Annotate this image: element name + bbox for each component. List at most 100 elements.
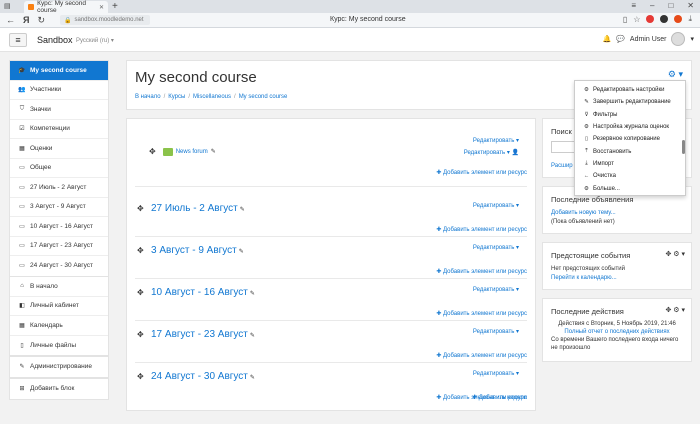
course-content: Редактировать ▾ ✥ News forum ✎ Редактиро… (126, 118, 536, 411)
section-title[interactable]: 3 Август - 9 Август ✎ (151, 245, 244, 256)
breadcrumb-courses[interactable]: Курсы (168, 94, 185, 100)
browser-tab[interactable]: Курс: My second course ✕ (24, 0, 108, 14)
forum-link[interactable]: News forum (176, 149, 208, 155)
yandex-icon[interactable]: Я (23, 15, 29, 26)
sidebar-item[interactable]: ▯ Личные файлы (10, 336, 108, 356)
pencil-icon[interactable]: ✎ (250, 375, 255, 381)
add-activity-link[interactable]: ✚ Добавить элемент или ресурс (436, 226, 527, 233)
sidebar-item[interactable]: ✎ Администрирование (10, 357, 108, 377)
menu-item[interactable]: ⤓ Импорт (575, 158, 685, 170)
menu-item[interactable]: ⚙ Настройка журнала оценок (575, 121, 685, 133)
user-name[interactable]: Admin User (630, 36, 667, 43)
sidebar-item[interactable]: 👥 Участники (10, 81, 108, 100)
sidebar-item[interactable]: ▭ 10 Август - 16 Август (10, 217, 108, 237)
move-icon[interactable]: ✥ (137, 372, 144, 381)
sidebar-item[interactable]: ▦ Календарь (10, 316, 108, 336)
avatar[interactable] (671, 32, 686, 46)
bookmark-icon[interactable]: ▯ (623, 15, 627, 24)
new-tab-icon[interactable]: + (112, 1, 118, 12)
menu-icon[interactable]: ≡ (631, 1, 636, 10)
user-menu-caret-icon[interactable]: ▾ (690, 35, 694, 43)
bell-icon[interactable]: 🔔 (602, 35, 611, 43)
add-activity-link[interactable]: ✚ Добавить элемент или ресурс (436, 310, 527, 317)
pencil-icon[interactable]: ✎ (240, 207, 245, 213)
sidebar-item[interactable]: ▭ 27 Июль - 2 Август (10, 178, 108, 198)
menu-item[interactable]: ⊽ Фильтры (575, 109, 685, 121)
address-field[interactable]: 🔒 sandbox.moodledemo.net (60, 15, 150, 25)
download-icon[interactable]: ⤓ (688, 14, 692, 24)
menu-item[interactable]: ⚙ Редактировать настройки (575, 84, 685, 96)
back-icon[interactable]: ← (6, 15, 15, 26)
add-activity-link[interactable]: ✚ Добавить элемент или ресурс (436, 268, 527, 275)
move-icon[interactable]: ✥ (137, 204, 144, 213)
section-title[interactable]: 27 Июль - 2 Август ✎ (151, 203, 245, 214)
sidebar-item[interactable]: ▭ 3 Август - 9 Август (10, 198, 108, 217)
reload-icon[interactable]: ↻ (37, 15, 45, 26)
add-topic-link[interactable]: Добавить новую тему... (551, 210, 616, 216)
section-edit-menu[interactable]: Редактировать ▾ (473, 244, 519, 251)
move-icon[interactable]: ✥ (137, 330, 144, 339)
section-edit-menu[interactable]: Редактировать ▾ (473, 286, 519, 293)
move-icon[interactable]: ✥ (137, 246, 144, 255)
drawer-toggle-button[interactable]: ≡ (9, 33, 27, 47)
sidebar-item[interactable]: 🎓 My second course (10, 61, 108, 81)
pencil-icon[interactable]: ✎ (211, 148, 216, 155)
sidebar-item[interactable]: ⌂ В начало (10, 277, 108, 297)
sidebar-item[interactable]: ▭ 24 Август - 30 Август (10, 256, 108, 276)
calendar-link[interactable]: Перейти к календарю... (551, 275, 617, 281)
pencil-icon[interactable]: ✎ (239, 249, 244, 255)
breadcrumb-category[interactable]: Miscellaneous (193, 94, 231, 100)
breadcrumb-course[interactable]: My second course (239, 94, 288, 100)
add-weeks-link[interactable]: ✚ Добавить недели (472, 394, 527, 401)
block-controls-icon[interactable]: ✥ ⚙ ▾ (665, 250, 685, 258)
advanced-search-link[interactable]: Расшир (551, 163, 573, 169)
block-controls-icon[interactable]: ✥ ⚙ ▾ (665, 306, 685, 314)
add-activity-link[interactable]: ✚ Добавить элемент или ресурс (436, 169, 527, 176)
section-title[interactable]: 10 Август - 16 Август ✎ (151, 287, 255, 298)
sidebar-item[interactable]: ▦ Оценки (10, 139, 108, 159)
extension-orange-icon[interactable] (674, 15, 683, 23)
section-title[interactable]: 24 Август - 30 Август ✎ (151, 371, 255, 382)
section-title[interactable]: 17 Август - 23 Август ✎ (151, 329, 255, 340)
section-edit-menu[interactable]: Редактировать ▾ (473, 328, 519, 335)
full-report-link[interactable]: Полный отчет о последних действиях (543, 329, 691, 335)
menu-item[interactable]: ✎ Завершить редактирование (575, 96, 685, 108)
sidebar-item[interactable]: ▭ Общее (10, 159, 108, 178)
sidebar-item[interactable]: ☑ Компетенции (10, 120, 108, 139)
block-title: Предстоящие события (551, 251, 631, 260)
pencil-icon[interactable]: ✎ (250, 333, 255, 339)
forum-activity: ✥ News forum ✎ (149, 147, 216, 156)
maximize-icon[interactable]: □ (668, 1, 673, 10)
menu-item[interactable]: ⤒ Восстановить (575, 145, 685, 157)
course-actions-gear-icon[interactable]: ⚙ ▾ (668, 69, 683, 80)
site-brand[interactable]: Sandbox (37, 35, 73, 45)
menu-item[interactable]: ⚙ Больше... (575, 182, 685, 194)
breadcrumb-home[interactable]: В начало (135, 94, 161, 100)
sidebar-item-label: 24 Август - 30 Август (30, 262, 93, 270)
tab-close-icon[interactable]: ✕ (99, 4, 104, 11)
move-icon[interactable]: ✥ (149, 147, 156, 156)
section-edit-menu[interactable]: Редактировать ▾ (473, 137, 519, 144)
star-icon[interactable]: ☆ (633, 15, 640, 24)
sidebar-item[interactable]: ▭ 17 Август - 23 Август (10, 237, 108, 256)
sidebar-item[interactable]: ◧ Личный кабинет (10, 297, 108, 316)
extension-dark-icon[interactable] (660, 15, 669, 23)
pencil-icon[interactable]: ✎ (250, 291, 255, 297)
menu-scrollbar[interactable] (682, 140, 685, 154)
language-menu[interactable]: Русский (ru) ▾ (76, 37, 114, 44)
sidebar-item[interactable]: ⛉ Значки (10, 100, 108, 120)
close-window-icon[interactable]: ✕ (687, 1, 694, 10)
menu-item[interactable]: ▯ Резервное копирование (575, 133, 685, 145)
section-edit-menu[interactable]: Редактировать ▾ (473, 202, 519, 209)
sidebar-item[interactable]: ⊞ Добавить блок (10, 379, 108, 399)
extension-red-icon[interactable] (646, 15, 655, 23)
menu-item[interactable]: ← Очистка (575, 170, 685, 182)
tabs-list-icon[interactable]: ▤ (4, 2, 11, 10)
activity-edit-menu[interactable]: Редактировать ▾ 👤 (464, 149, 519, 156)
minimize-icon[interactable]: – (650, 1, 654, 10)
message-icon[interactable]: 💬 (616, 35, 625, 43)
drawer-group-site: ⌂ В начало ◧ Личный кабинет ▦ Календарь ▯ Личны… (9, 276, 109, 356)
add-activity-link[interactable]: ✚ Добавить элемент или ресурс (436, 352, 527, 359)
section-edit-menu[interactable]: Редактировать ▾ (473, 370, 519, 377)
move-icon[interactable]: ✥ (137, 288, 144, 297)
